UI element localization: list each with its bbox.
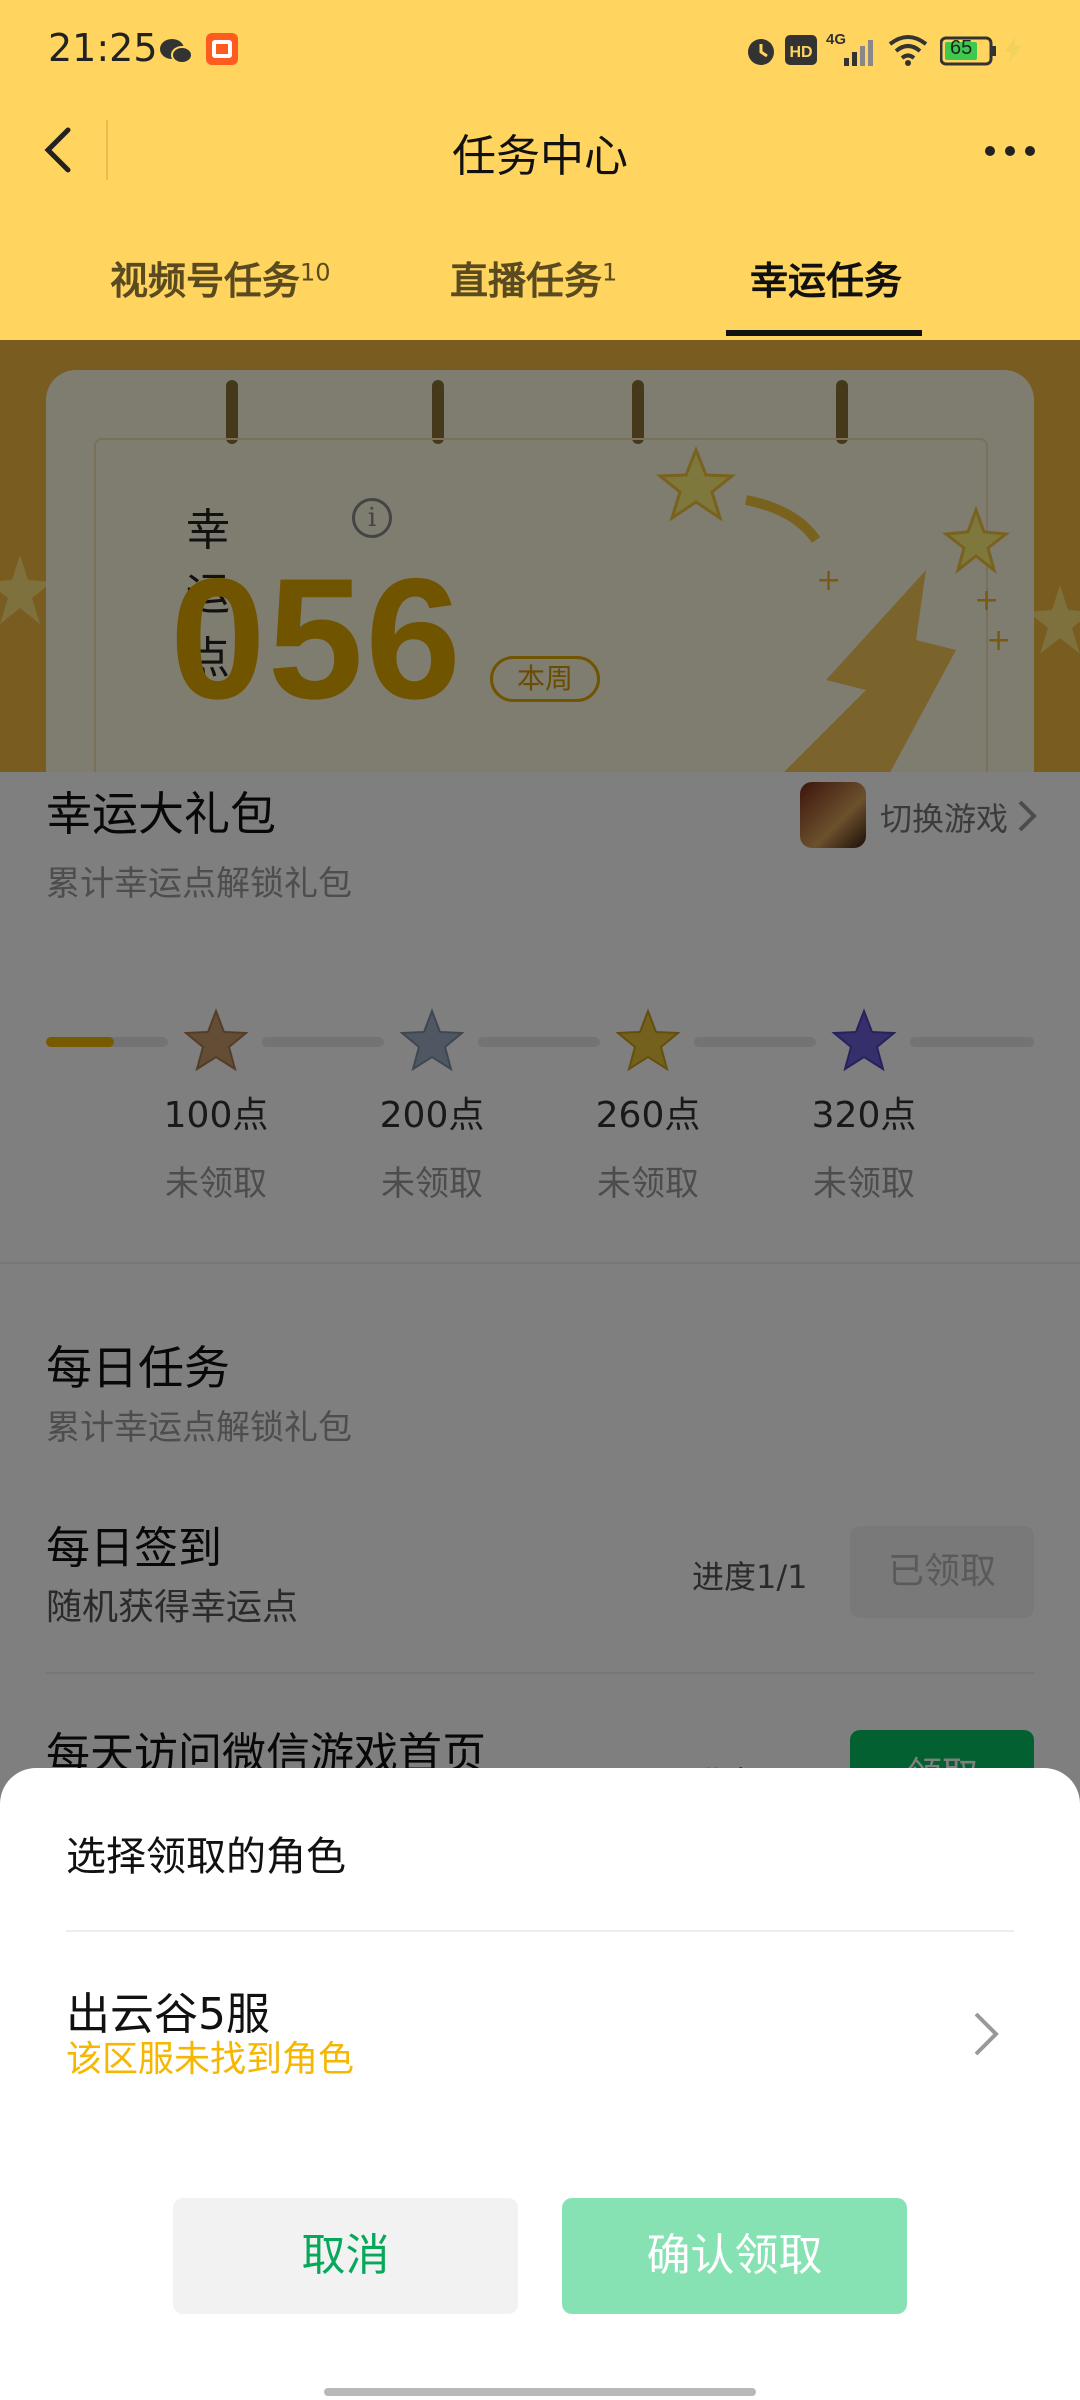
svg-text:HD: HD	[789, 44, 812, 61]
alarm-icon	[744, 34, 778, 72]
cancel-button[interactable]: 取消	[173, 2198, 518, 2314]
charging-icon	[998, 34, 1028, 70]
sheet-divider	[66, 1930, 1014, 1932]
more-button[interactable]	[980, 126, 1040, 176]
chevron-right-icon	[974, 2012, 999, 2056]
taobao-app-icon	[205, 32, 239, 70]
tab-active-indicator	[726, 330, 922, 336]
server-status: 该区服未找到角色	[66, 2039, 355, 2080]
tab-badge: 10	[300, 258, 331, 287]
home-indicator[interactable]	[324, 2388, 756, 2396]
tab-badge: 1	[602, 258, 618, 287]
sheet-title: 选择领取的角色	[66, 1834, 346, 1880]
status-bar: 21:25 HD 4G 65	[0, 0, 1080, 100]
battery-level: 65	[950, 37, 973, 59]
cellular-signal-icon: 4G	[826, 30, 878, 74]
wifi-icon	[888, 34, 928, 70]
tab-label: 直播任务	[450, 259, 603, 303]
tab-bar: 视频号任务10 直播任务1 幸运任务	[0, 240, 1080, 340]
wechat-icon	[158, 36, 194, 70]
hd-icon: HD	[784, 34, 818, 70]
status-time: 21:25	[48, 26, 158, 70]
svg-text:4G: 4G	[826, 31, 846, 48]
tab-label: 幸运任务	[750, 259, 903, 303]
confirm-claim-button[interactable]: 确认领取	[562, 2198, 907, 2314]
nav-bar: 任务中心	[0, 100, 1080, 200]
role-select-sheet: 选择领取的角色 出云谷5服 该区服未找到角色 取消 确认领取	[0, 1768, 1080, 2400]
tab-label: 视频号任务	[110, 259, 301, 303]
tab-video-tasks[interactable]: 视频号任务10	[110, 250, 331, 305]
header: 21:25 HD 4G 65 任务中心 视频号任务10 直播任务1 幸运任务	[0, 0, 1080, 340]
tab-live-tasks[interactable]: 直播任务1	[450, 250, 617, 305]
page-title: 任务中心	[452, 131, 628, 182]
tab-lucky-tasks[interactable]: 幸运任务	[750, 250, 902, 305]
more-dots-icon	[985, 146, 1035, 156]
